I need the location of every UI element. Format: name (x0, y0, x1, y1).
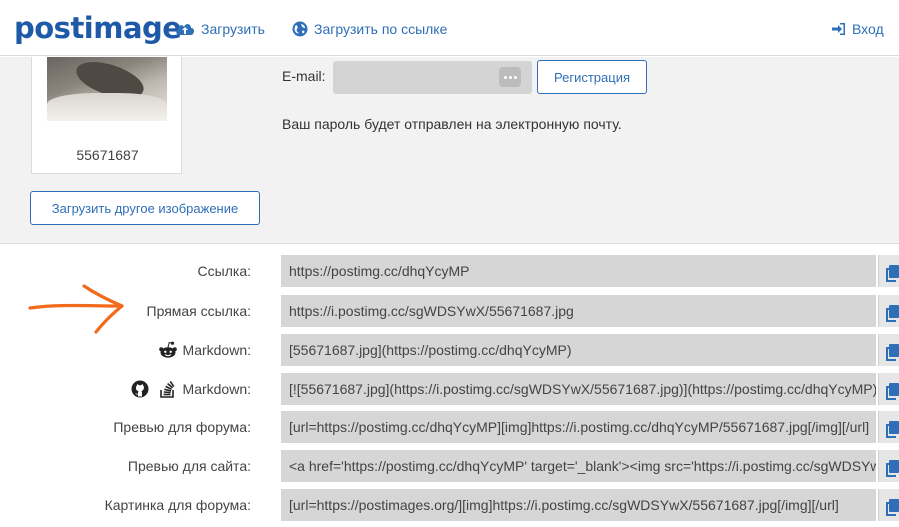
password-note: Ваш пароль будет отправлен на электронну… (282, 116, 622, 132)
copy-button[interactable] (878, 450, 899, 482)
direct-link-field[interactable]: https://i.postimg.cc/sgWDSYwX/55671687.j… (281, 295, 876, 327)
direct-link-label: Прямая ссылка: (146, 303, 252, 319)
image-id: 55671687 (76, 147, 139, 163)
copy-icon (886, 382, 899, 400)
forum-preview-label: Превью для форума: (113, 419, 251, 435)
forum-preview-field[interactable]: [url=https://postimg.cc/dhqYcyMP][img]ht… (281, 411, 876, 443)
markdown-label-row: Markdown: (158, 334, 251, 366)
copy-button[interactable] (878, 489, 899, 521)
site-preview-field[interactable]: <a href='https://postimg.cc/dhqYcyMP' ta… (281, 450, 876, 482)
nav-upload-label: Загрузить (201, 21, 265, 37)
forum-image-field[interactable]: [url=https://postimages.org/][img]https:… (281, 489, 876, 521)
copy-button[interactable] (878, 295, 899, 327)
copy-icon (886, 343, 899, 361)
markdown-github-label-row: Markdown: (131, 373, 251, 405)
cloud-upload-icon (176, 24, 195, 35)
nav-login-label: Вход (852, 21, 884, 37)
link-row-markdown: Markdown: [55671687.jpg](https://postimg… (0, 334, 899, 366)
copy-button[interactable] (878, 334, 899, 366)
copy-icon (886, 459, 899, 477)
copy-button[interactable] (878, 255, 899, 287)
nav-upload-by-url[interactable]: Загрузить по ссылке (292, 18, 447, 40)
share-link-field[interactable]: https://postimg.cc/dhqYcyMP (281, 255, 876, 287)
markdown-github-link-field[interactable]: [![55671687.jpg](https://i.postimg.cc/sg… (281, 373, 876, 405)
copy-icon (886, 264, 899, 282)
register-button[interactable]: Регистрация (537, 60, 647, 94)
globe-icon (292, 21, 308, 37)
copy-icon (886, 420, 899, 438)
password-manager-icon[interactable] (499, 67, 521, 87)
image-thumbnail-card[interactable]: 55671687 (31, 57, 182, 174)
email-label: E-mail: (282, 68, 326, 84)
copy-button[interactable] (878, 373, 899, 405)
stackoverflow-icon (159, 380, 174, 398)
link-row-site-preview: Превью для сайта: <a href='https://posti… (0, 450, 899, 482)
link-row-markdown-github: Markdown: [![55671687.jpg](https://i.pos… (0, 373, 899, 405)
link-row-direct: Прямая ссылка: https://i.postimg.cc/sgWD… (0, 295, 899, 327)
markdown-github-label: Markdown: (182, 381, 251, 397)
upload-result-panel: 55671687 Загрузить другое изображение E-… (0, 57, 899, 244)
logo[interactable]: postimage (14, 11, 182, 45)
nav-login[interactable]: Вход (832, 18, 884, 40)
link-row-forum-image: Картинка для форума: [url=https://postim… (0, 489, 899, 521)
link-row-share: Ссылка: https://postimg.cc/dhqYcyMP (0, 255, 899, 287)
sign-in-icon (832, 23, 845, 35)
github-icon (131, 380, 149, 398)
reddit-icon (158, 341, 177, 358)
markdown-label: Markdown: (182, 342, 251, 358)
copy-icon (886, 498, 899, 516)
nav-upload-by-url-label: Загрузить по ссылке (314, 21, 448, 37)
image-thumbnail[interactable] (47, 57, 167, 121)
nav-upload[interactable]: Загрузить (175, 18, 265, 40)
copy-icon (886, 304, 899, 322)
upload-other-image-button[interactable]: Загрузить другое изображение (30, 191, 260, 225)
forum-image-label: Картинка для форума: (104, 497, 251, 513)
site-preview-label: Превью для сайта: (127, 458, 251, 474)
link-row-forum-preview: Превью для форума: [url=https://postimg.… (0, 411, 899, 443)
markdown-link-field[interactable]: [55671687.jpg](https://postimg.cc/dhqYcy… (281, 334, 876, 366)
link-label: Ссылка: (197, 263, 251, 279)
header: postimage Загрузить Загрузить по ссылке … (0, 0, 899, 56)
copy-button[interactable] (878, 411, 899, 443)
annotation-arrow-icon (28, 284, 124, 334)
